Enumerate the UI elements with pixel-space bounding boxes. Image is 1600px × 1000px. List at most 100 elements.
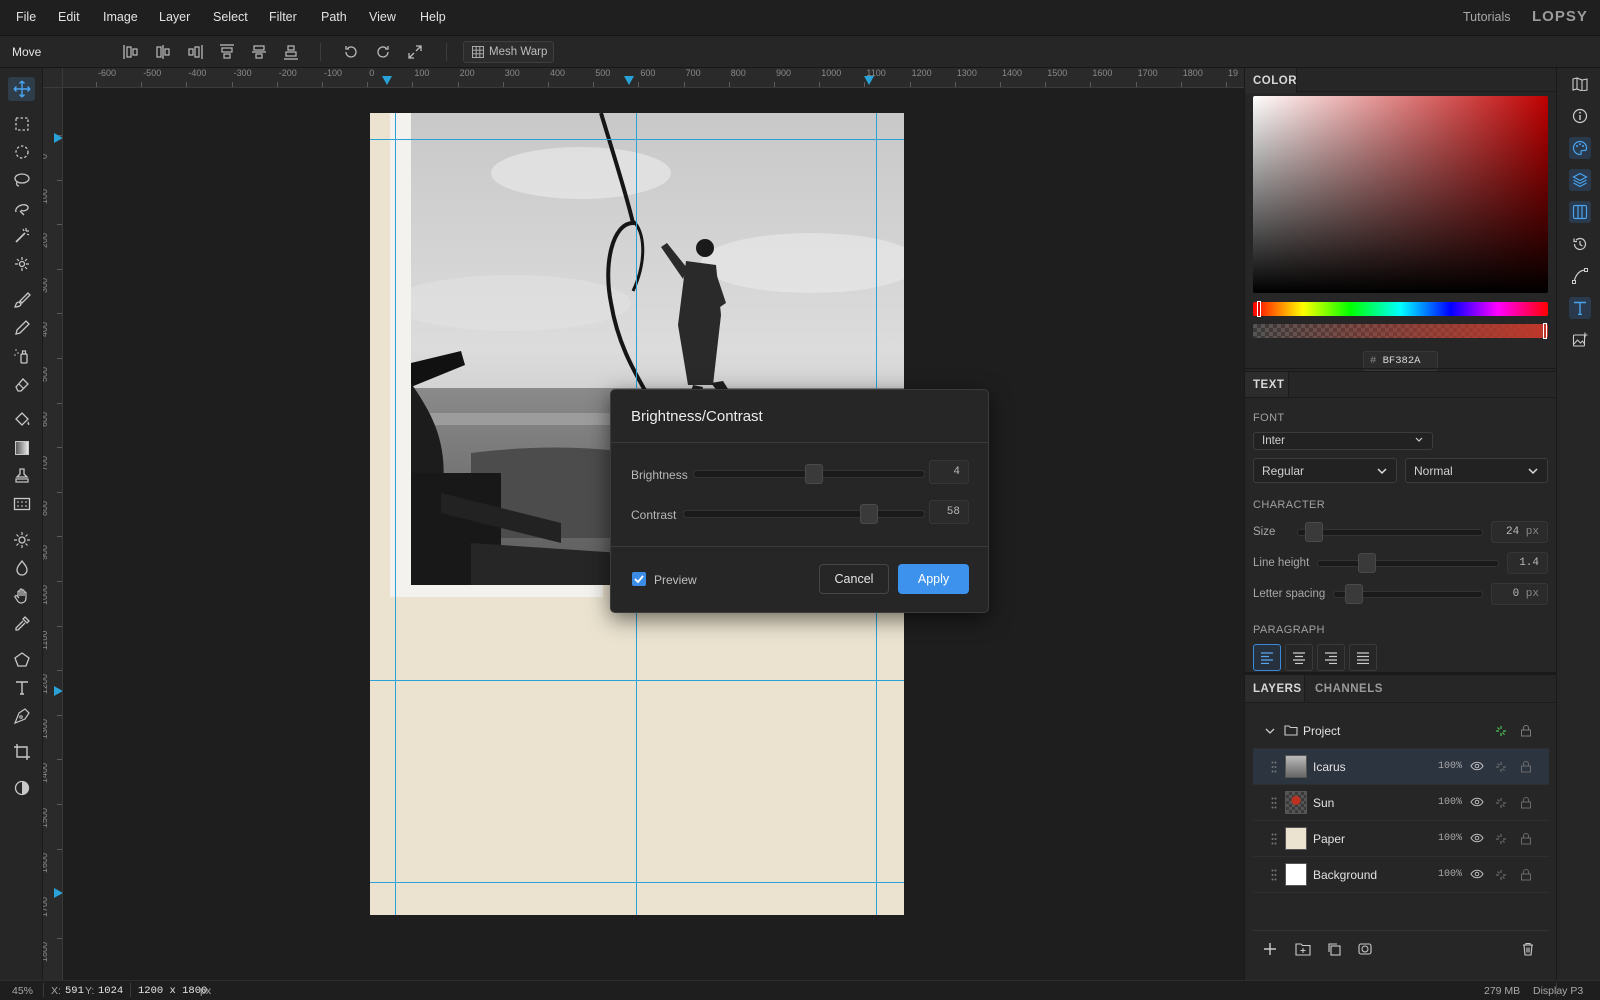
layer-opacity[interactable]: 100% xyxy=(1438,833,1462,844)
pencil-tool-icon[interactable] xyxy=(8,316,35,340)
guide-marker-icon[interactable] xyxy=(54,133,63,143)
lock-icon[interactable] xyxy=(1520,832,1532,845)
contrast-slider-thumb[interactable] xyxy=(860,504,879,524)
menu-help[interactable]: Help xyxy=(420,10,446,24)
curve-icon[interactable] xyxy=(1569,265,1591,287)
brightness-slider-thumb[interactable] xyxy=(804,464,823,484)
guide-marker-icon[interactable] xyxy=(54,888,63,898)
lock-icon[interactable] xyxy=(1520,724,1532,737)
spray-tool-icon[interactable] xyxy=(8,344,35,368)
effects-icon[interactable] xyxy=(1495,869,1507,881)
brightness-value-input[interactable]: 4 xyxy=(929,460,969,484)
menu-edit[interactable]: Edit xyxy=(58,10,80,24)
align-text-left-button[interactable] xyxy=(1253,644,1281,671)
align-center-horizontal-icon[interactable] xyxy=(153,42,173,62)
eraser-tool-icon[interactable] xyxy=(8,372,35,396)
menu-path[interactable]: Path xyxy=(321,10,347,24)
ellipse-select-tool-icon[interactable] xyxy=(8,140,35,164)
hand-tool-icon[interactable] xyxy=(8,584,35,608)
guide-marker-icon[interactable] xyxy=(54,686,63,696)
image-add-icon[interactable] xyxy=(1569,329,1591,351)
font-style-select[interactable]: Normal xyxy=(1405,458,1548,483)
text-tool-icon[interactable] xyxy=(8,676,35,700)
apply-button[interactable]: Apply xyxy=(898,564,969,594)
lasso-tool-icon[interactable] xyxy=(8,168,35,192)
contrast-slider[interactable] xyxy=(683,510,925,518)
layer-row[interactable]: Icarus 100% xyxy=(1253,749,1549,785)
align-text-center-button[interactable] xyxy=(1285,644,1313,671)
effects-icon[interactable] xyxy=(1495,725,1507,737)
quick-select-tool-icon[interactable] xyxy=(8,252,35,276)
layer-row[interactable]: Sun 100% xyxy=(1253,785,1549,821)
font-family-select[interactable]: Inter xyxy=(1253,432,1433,450)
tutorials-link[interactable]: Tutorials xyxy=(1463,10,1510,24)
mesh-warp-button[interactable]: Mesh Warp xyxy=(463,41,554,63)
tab-text[interactable]: TEXT xyxy=(1253,379,1284,391)
lock-icon[interactable] xyxy=(1520,868,1532,881)
text-panel-icon[interactable] xyxy=(1569,297,1591,319)
size-slider-thumb[interactable] xyxy=(1305,522,1323,542)
polygon-tool-icon[interactable] xyxy=(8,648,35,672)
fill-bucket-tool-icon[interactable] xyxy=(8,408,35,432)
align-text-justify-button[interactable] xyxy=(1349,644,1377,671)
magnetic-lasso-tool-icon[interactable] xyxy=(8,196,35,220)
menu-view[interactable]: View xyxy=(369,10,396,24)
lock-icon[interactable] xyxy=(1520,796,1532,809)
rotate-right-icon[interactable] xyxy=(373,42,393,62)
blur-tool-icon[interactable] xyxy=(8,556,35,580)
cancel-button[interactable]: Cancel xyxy=(819,564,889,594)
line-height-slider-thumb[interactable] xyxy=(1358,553,1376,573)
align-middle-vertical-icon[interactable] xyxy=(249,42,269,62)
eye-icon[interactable] xyxy=(1470,797,1484,807)
add-layer-icon[interactable] xyxy=(1263,942,1277,956)
layer-row[interactable]: Background 100% xyxy=(1253,857,1549,893)
eye-icon[interactable] xyxy=(1470,761,1484,771)
letter-spacing-slider-thumb[interactable] xyxy=(1345,584,1363,604)
contrast-mode-icon[interactable] xyxy=(8,776,35,800)
pattern-tool-icon[interactable] xyxy=(8,492,35,516)
delete-layer-icon[interactable] xyxy=(1521,942,1535,956)
layer-opacity[interactable]: 100% xyxy=(1438,761,1462,772)
menu-select[interactable]: Select xyxy=(213,10,248,24)
effects-icon[interactable] xyxy=(1495,761,1507,773)
lock-icon[interactable] xyxy=(1520,760,1532,773)
guide-marker-icon[interactable] xyxy=(624,76,634,85)
font-weight-select[interactable]: Regular xyxy=(1253,458,1397,483)
menu-image[interactable]: Image xyxy=(103,10,138,24)
align-bottom-icon[interactable] xyxy=(281,42,301,62)
palette-icon[interactable] xyxy=(1569,137,1591,159)
chevron-down-icon[interactable] xyxy=(1265,726,1275,736)
gradient-tool-icon[interactable] xyxy=(8,436,35,460)
zoom-level[interactable]: 45% xyxy=(12,985,33,997)
color-picker-field[interactable] xyxy=(1253,96,1548,293)
rotate-left-icon[interactable] xyxy=(341,42,361,62)
size-input[interactable]: 24 px xyxy=(1491,521,1548,543)
menu-filter[interactable]: Filter xyxy=(269,10,297,24)
size-slider[interactable] xyxy=(1297,529,1483,536)
menu-file[interactable]: File xyxy=(16,10,36,24)
layers-icon[interactable] xyxy=(1569,169,1591,191)
alpha-slider[interactable] xyxy=(1253,324,1548,338)
effects-icon[interactable] xyxy=(1495,797,1507,809)
alpha-slider-thumb[interactable] xyxy=(1543,323,1547,339)
layer-row[interactable]: Paper 100% xyxy=(1253,821,1549,857)
layer-mask-icon[interactable] xyxy=(1358,942,1372,956)
guide-marker-icon[interactable] xyxy=(382,76,392,85)
align-left-icon[interactable] xyxy=(121,42,141,62)
eyedropper-tool-icon[interactable] xyxy=(8,612,35,636)
layer-opacity[interactable]: 100% xyxy=(1438,869,1462,880)
align-text-right-button[interactable] xyxy=(1317,644,1345,671)
eye-icon[interactable] xyxy=(1470,833,1484,843)
brush-tool-icon[interactable] xyxy=(8,288,35,312)
move-tool-icon[interactable] xyxy=(8,77,35,101)
tab-layers[interactable]: LAYERS xyxy=(1253,683,1302,695)
eye-icon[interactable] xyxy=(1470,869,1484,879)
tab-color[interactable]: COLOR xyxy=(1253,75,1297,87)
info-icon[interactable] xyxy=(1569,105,1591,127)
line-height-slider[interactable] xyxy=(1317,560,1499,567)
history-icon[interactable] xyxy=(1569,233,1591,255)
pen-tool-icon[interactable] xyxy=(8,704,35,728)
effects-icon[interactable] xyxy=(1495,833,1507,845)
guide-marker-icon[interactable] xyxy=(864,76,874,85)
expand-icon[interactable] xyxy=(405,42,425,62)
